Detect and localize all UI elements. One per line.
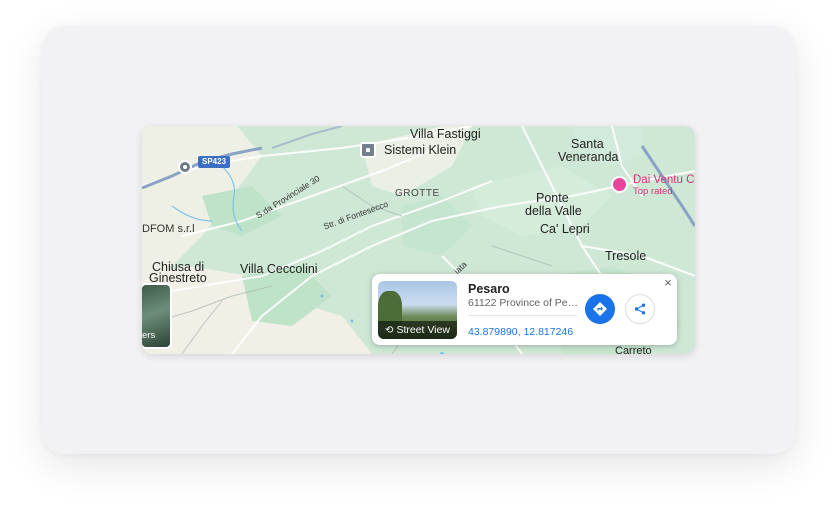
share-icon bbox=[634, 303, 646, 315]
street-view-label: Street View bbox=[396, 324, 450, 336]
layers-button[interactable]: ers bbox=[142, 283, 172, 349]
street-view-thumbnail[interactable]: ⟲ Street View bbox=[378, 281, 457, 339]
label-dofom: DFOM s.r.l bbox=[142, 223, 195, 235]
street-view-icon: ⟲ bbox=[385, 325, 394, 336]
label-villa-ceccolini: Villa Ceccolini bbox=[240, 262, 318, 276]
share-button[interactable] bbox=[625, 294, 655, 324]
label-ca-lepri: Ca' Lepri bbox=[540, 222, 590, 236]
label-grotte: GROTTE bbox=[395, 188, 440, 199]
hotel-pin-icon[interactable] bbox=[611, 176, 628, 193]
place-coordinates[interactable]: 43.879890, 12.817246 bbox=[468, 326, 573, 338]
map-view[interactable]: SP423 Villa Fastiggi Sistemi Klein Santa… bbox=[142, 126, 695, 354]
divider bbox=[468, 315, 577, 316]
label-della-valle: della Valle bbox=[525, 204, 582, 218]
label-ponte: Ponte bbox=[536, 191, 569, 205]
label-veneranda: Veneranda bbox=[558, 150, 619, 164]
label-villa-fastiggi: Villa Fastiggi bbox=[410, 127, 481, 141]
label-sistemi-klein: Sistemi Klein bbox=[384, 143, 457, 157]
label-tresole: Tresole bbox=[605, 249, 647, 263]
place-name: Pesaro bbox=[468, 282, 510, 296]
place-address: 61122 Province of Pesa... bbox=[468, 297, 580, 309]
directions-button[interactable] bbox=[585, 294, 615, 324]
business-pin-icon[interactable] bbox=[360, 142, 376, 158]
layers-label: ers bbox=[142, 330, 156, 341]
directions-icon bbox=[593, 302, 607, 316]
location-pin-icon[interactable] bbox=[178, 160, 192, 174]
street-view-bar[interactable]: ⟲ Street View bbox=[378, 321, 457, 339]
close-icon[interactable]: × bbox=[661, 276, 675, 290]
road-shield-sp423: SP423 bbox=[198, 156, 231, 168]
label-carreto: Carreto bbox=[615, 345, 652, 354]
label-poi-name[interactable]: Dai Ventu Co bbox=[633, 174, 695, 186]
place-info-card: ⟲ Street View Pesaro 61122 Province of Pe… bbox=[372, 274, 677, 345]
label-santa: Santa bbox=[571, 137, 604, 151]
label-poi-rating: Top rated bbox=[633, 186, 673, 197]
